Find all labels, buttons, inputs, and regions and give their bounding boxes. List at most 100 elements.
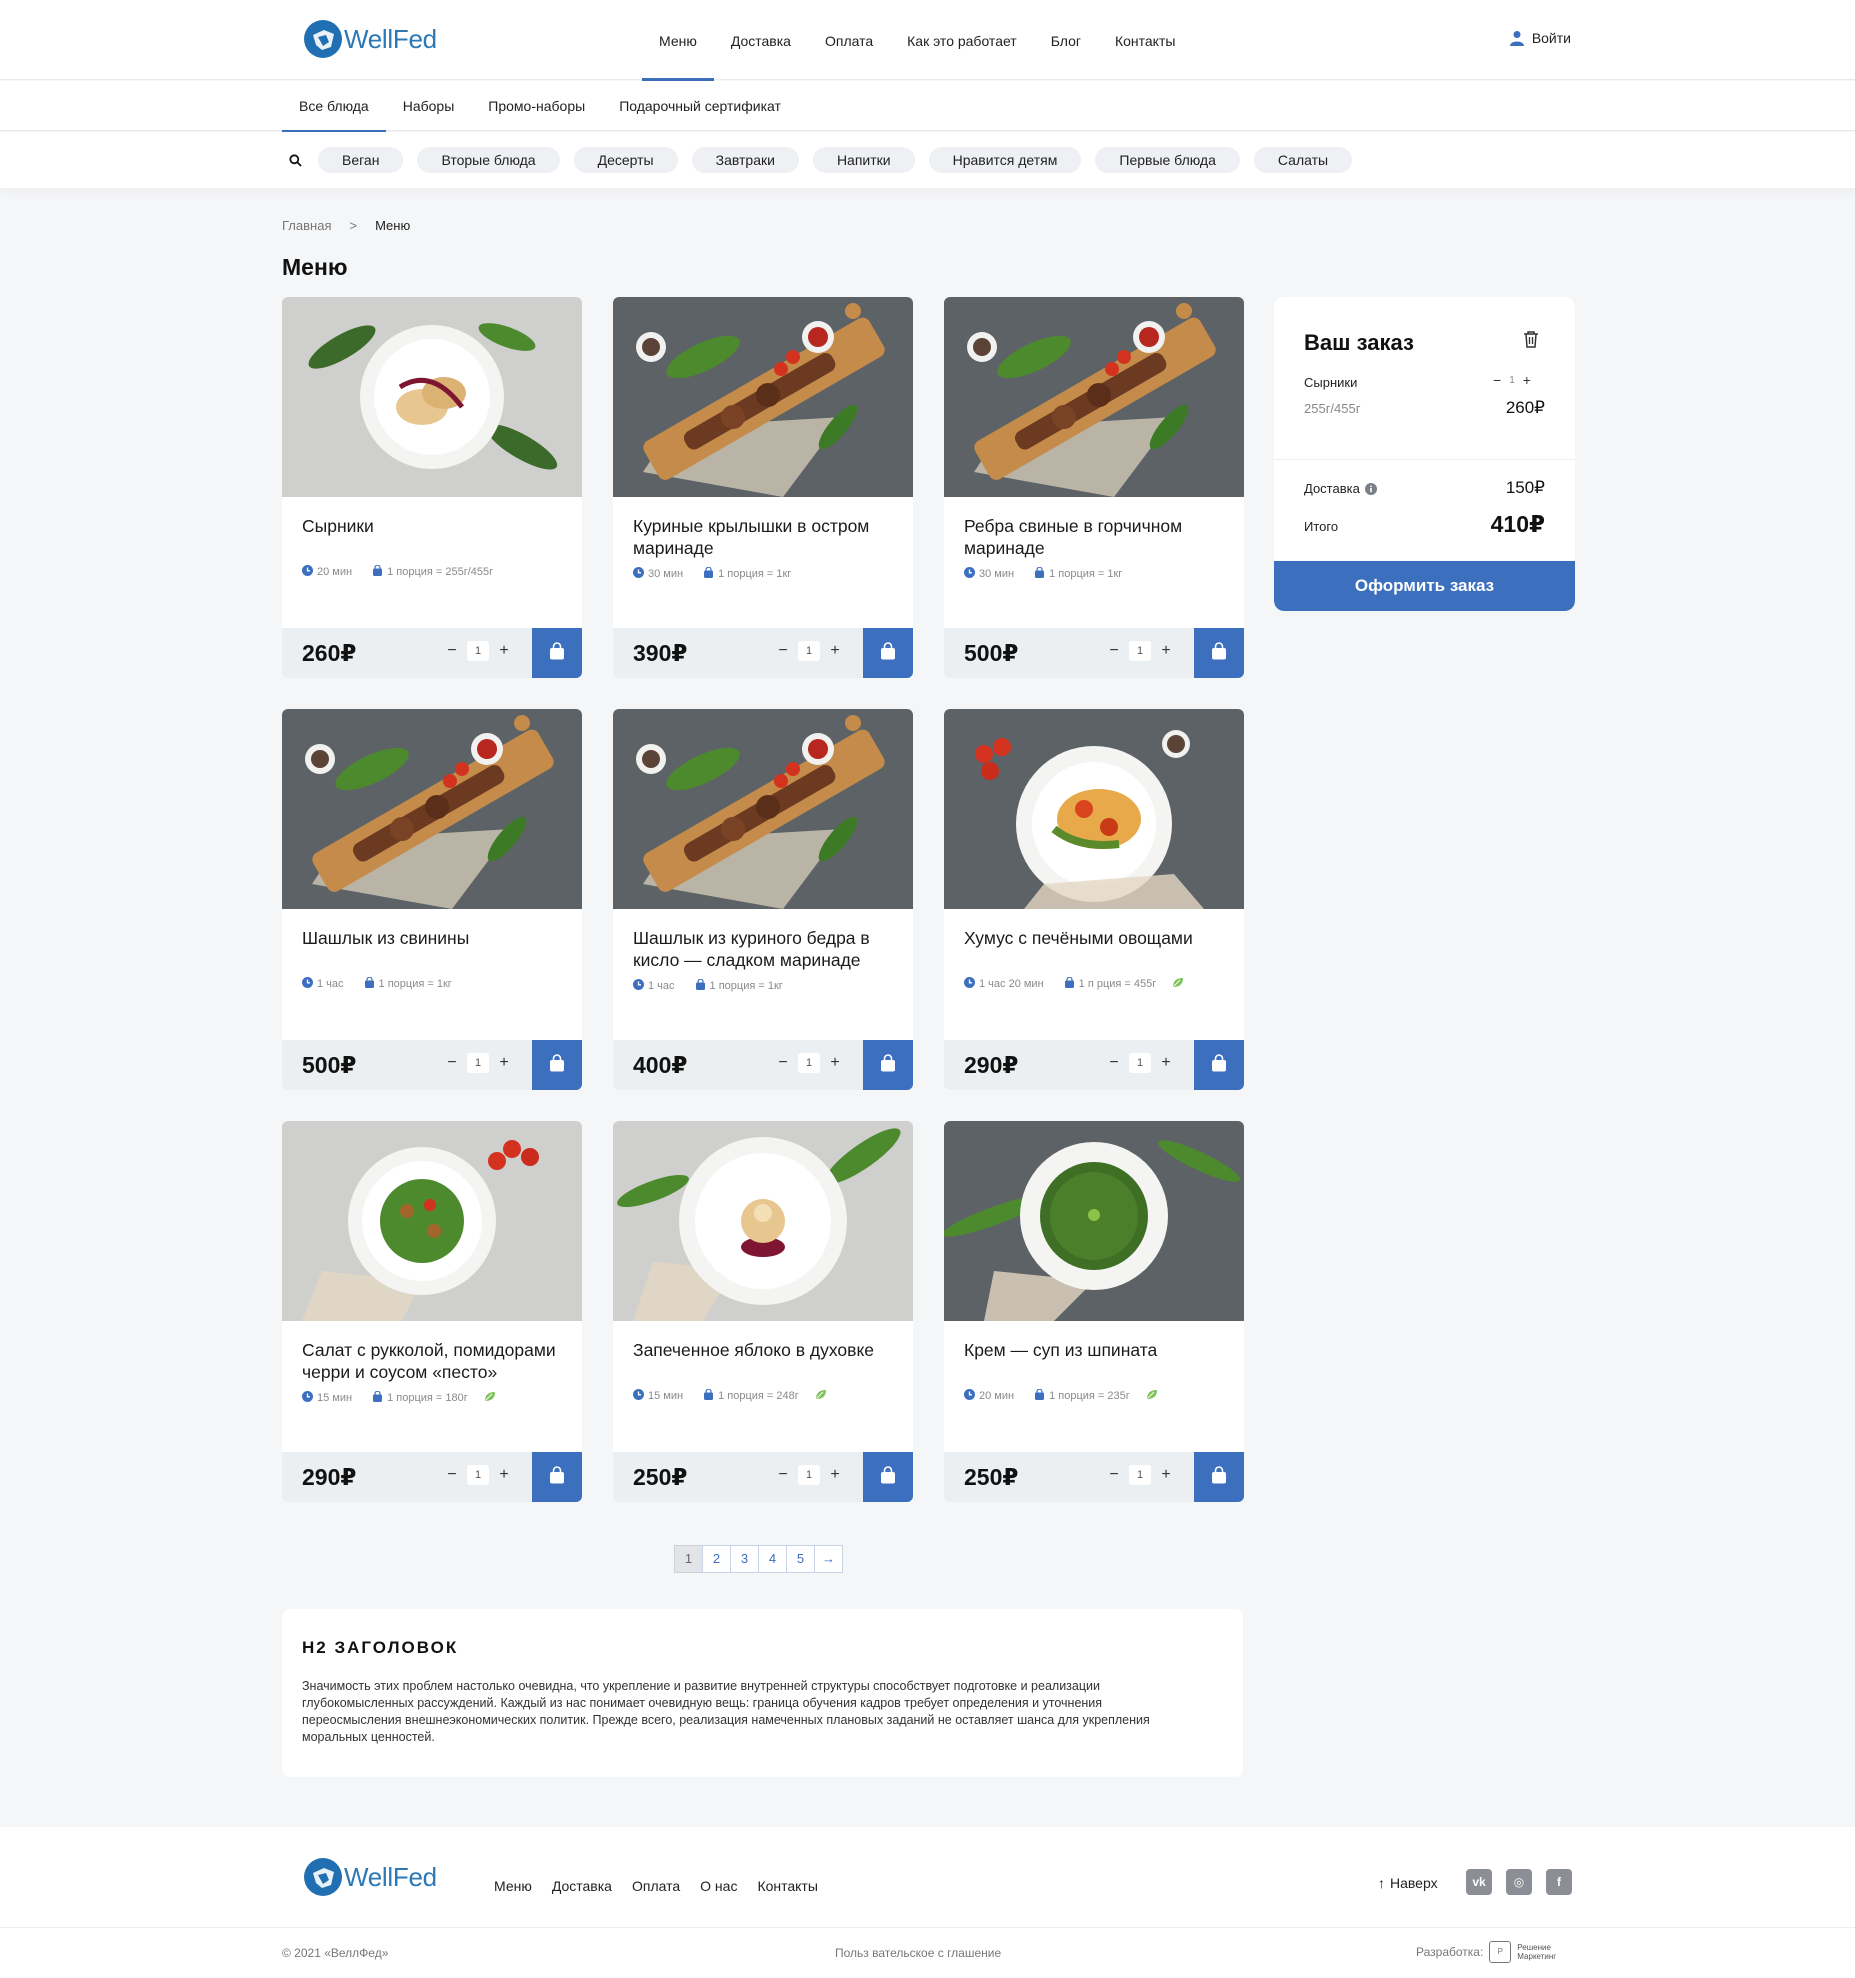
product-photo[interactable] — [944, 1121, 1244, 1321]
tab-sets[interactable]: Наборы — [386, 81, 472, 131]
quantity-value[interactable]: 1 — [1129, 1053, 1151, 1073]
user-agreement-link[interactable]: Польз вательское с глашение — [835, 1946, 1001, 1960]
search-button[interactable] — [282, 147, 308, 173]
footer-link-contacts[interactable]: Контакты — [757, 1878, 817, 1894]
product-card[interactable]: Салат с рукколой, помидорами черри и соу… — [282, 1121, 582, 1502]
increase-button[interactable]: + — [829, 1054, 841, 1072]
product-photo[interactable] — [613, 709, 913, 909]
increase-button[interactable]: + — [498, 1466, 510, 1484]
breadcrumb-home[interactable]: Главная — [282, 218, 331, 233]
product-name[interactable]: Шашлык из свинины — [302, 927, 567, 949]
page-2-button[interactable]: 2 — [702, 1545, 731, 1573]
product-card[interactable]: Шашлык из свинины 1 час 1 порция = 1кг 500₽… — [282, 709, 582, 1090]
product-card[interactable]: Хумус с печёными овощами 1 час 20 мин 1 п … — [944, 709, 1244, 1090]
add-to-cart-button[interactable] — [532, 1452, 582, 1502]
add-to-cart-button[interactable] — [863, 1452, 913, 1502]
product-card[interactable]: Сырники 20 мин 1 порция = 255г/455г 260₽ −1 + — [282, 297, 582, 678]
add-to-cart-button[interactable] — [1194, 628, 1244, 678]
product-photo[interactable] — [613, 297, 913, 497]
facebook-icon[interactable]: f — [1546, 1869, 1572, 1895]
filter-chip[interactable]: Вторые блюда — [417, 147, 560, 173]
quantity-value[interactable]: 1 — [467, 1053, 489, 1073]
footer-link-menu[interactable]: Меню — [494, 1878, 532, 1894]
tab-gift-certificate[interactable]: Подарочный сертификат — [602, 81, 798, 131]
product-card[interactable]: Куриные крылышки в остром маринаде 30 мин… — [613, 297, 913, 678]
product-photo[interactable] — [282, 1121, 582, 1321]
quantity-value[interactable]: 1 — [798, 1053, 820, 1073]
add-to-cart-button[interactable] — [1194, 1040, 1244, 1090]
info-icon[interactable] — [1364, 482, 1377, 495]
increase-button[interactable]: + — [498, 1054, 510, 1072]
scroll-top-button[interactable]: ↑ Наверх — [1378, 1875, 1438, 1891]
product-name[interactable]: Куриные крылышки в остром маринаде — [633, 515, 898, 559]
nav-delivery[interactable]: Доставка — [714, 0, 808, 80]
quantity-value[interactable]: 1 — [798, 1465, 820, 1485]
filter-chip[interactable]: Первые блюда — [1095, 147, 1240, 173]
filter-chip[interactable]: Веган — [318, 147, 404, 173]
product-name[interactable]: Ребра свиные в горчичном маринаде — [964, 515, 1229, 559]
product-card[interactable]: Шашлык из куриного бедра в кисло — сладк… — [613, 709, 913, 1090]
next-page-button[interactable]: → — [814, 1545, 843, 1573]
tab-promo-sets[interactable]: Промо-наборы — [471, 81, 602, 131]
product-photo[interactable] — [282, 709, 582, 909]
decrease-button[interactable]: − — [446, 642, 458, 660]
vk-icon[interactable]: vk — [1466, 1869, 1492, 1895]
quantity-value[interactable]: 1 — [467, 641, 489, 661]
footer-link-delivery[interactable]: Доставка — [552, 1878, 612, 1894]
decrease-button[interactable]: − — [446, 1054, 458, 1072]
logo[interactable]: WellFed — [304, 20, 437, 58]
filter-chip[interactable]: Салаты — [1253, 147, 1353, 173]
product-photo[interactable] — [944, 297, 1244, 497]
nav-menu[interactable]: Меню — [642, 0, 714, 81]
increase-button[interactable]: + — [829, 1466, 841, 1484]
checkout-button[interactable]: Оформить заказ — [1274, 561, 1575, 611]
page-5-button[interactable]: 5 — [786, 1545, 815, 1573]
page-4-button[interactable]: 4 — [758, 1545, 787, 1573]
add-to-cart-button[interactable] — [863, 1040, 913, 1090]
instagram-icon[interactable]: ◎ — [1506, 1869, 1532, 1895]
developer-credit[interactable]: Разработка: P Решение Маркетинг — [1416, 1941, 1569, 1963]
filter-chip[interactable]: Десерты — [573, 147, 678, 173]
product-name[interactable]: Сырники — [302, 515, 567, 537]
quantity-value[interactable]: 1 — [1129, 1465, 1151, 1485]
product-name[interactable]: Хумус с печёными овощами — [964, 927, 1229, 949]
product-name[interactable]: Салат с рукколой, помидорами черри и соу… — [302, 1339, 567, 1383]
product-photo[interactable] — [944, 709, 1244, 909]
decrease-button[interactable]: − — [777, 642, 789, 660]
add-to-cart-button[interactable] — [532, 628, 582, 678]
increase-button[interactable]: + — [1160, 642, 1172, 660]
decrease-button[interactable]: − — [777, 1054, 789, 1072]
footer-link-about[interactable]: О нас — [700, 1878, 737, 1894]
filter-chip[interactable]: Напитки — [812, 147, 915, 173]
decrease-button[interactable]: − — [1108, 1054, 1120, 1072]
add-to-cart-button[interactable] — [1194, 1452, 1244, 1502]
footer-logo[interactable]: WellFed — [304, 1858, 437, 1896]
nav-blog[interactable]: Блог — [1034, 0, 1098, 80]
login-button[interactable]: Войти — [1509, 30, 1571, 46]
clear-order-button[interactable] — [1522, 329, 1540, 354]
increase-button[interactable]: + — [829, 642, 841, 660]
quantity-value[interactable]: 1 — [798, 641, 820, 661]
product-name[interactable]: Шашлык из куриного бедра в кисло — сладк… — [633, 927, 898, 971]
order-increase-button[interactable]: + — [1523, 372, 1531, 388]
filter-chip[interactable]: Нравится детям — [928, 147, 1082, 173]
product-name[interactable]: Крем — суп из шпината — [964, 1339, 1229, 1361]
page-3-button[interactable]: 3 — [730, 1545, 759, 1573]
nav-payment[interactable]: Оплата — [808, 0, 890, 80]
nav-contacts[interactable]: Контакты — [1098, 0, 1192, 80]
product-photo[interactable] — [282, 297, 582, 497]
tab-all-dishes[interactable]: Все блюда — [282, 81, 386, 132]
quantity-value[interactable]: 1 — [467, 1465, 489, 1485]
add-to-cart-button[interactable] — [532, 1040, 582, 1090]
product-photo[interactable] — [613, 1121, 913, 1321]
increase-button[interactable]: + — [498, 642, 510, 660]
nav-how-it-works[interactable]: Как это работает — [890, 0, 1034, 80]
product-name[interactable]: Запеченное яблоко в духовке — [633, 1339, 898, 1361]
quantity-value[interactable]: 1 — [1129, 641, 1151, 661]
add-to-cart-button[interactable] — [863, 628, 913, 678]
filter-chip[interactable]: Завтраки — [691, 147, 799, 173]
decrease-button[interactable]: − — [777, 1466, 789, 1484]
decrease-button[interactable]: − — [446, 1466, 458, 1484]
footer-link-payment[interactable]: Оплата — [632, 1878, 680, 1894]
increase-button[interactable]: + — [1160, 1054, 1172, 1072]
